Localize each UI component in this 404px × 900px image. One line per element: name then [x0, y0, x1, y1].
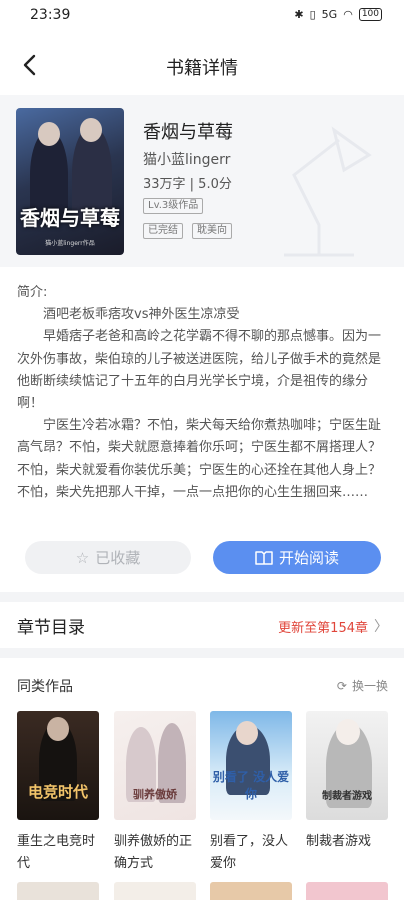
similar-book-title: 驯养傲娇的正确方式	[114, 834, 193, 871]
tag-genre: 耽美向	[192, 223, 232, 239]
similar-works-label: 同类作品	[17, 679, 73, 695]
similar-book-title: 别看了，没人爱你	[210, 834, 289, 871]
intro-paragraph: 早婚痞子老爸和高岭之花学霸不得不聊的那点憾事。因为一次外伤事故，柴伯琼的儿子被送…	[17, 329, 382, 412]
vibrate-icon: ▯	[309, 8, 316, 21]
section-divider	[0, 648, 404, 658]
desk-lamp-watermark	[284, 126, 372, 257]
intro-paragraph: 酒吧老板乖痞攻vs神外医生凉凉受	[43, 307, 240, 323]
wifi-icon: ◠	[343, 8, 353, 21]
section-divider	[0, 592, 404, 602]
cover-title: 电竞时代	[27, 783, 88, 801]
cover-title: 制裁者游戏	[322, 791, 372, 802]
refresh-icon: ⟳	[336, 678, 347, 693]
signal-label: 5G	[321, 8, 338, 21]
book-open-icon	[255, 550, 273, 565]
similar-book-card[interactable]: 别看了 没人爱你 别看了，没人爱你	[210, 711, 292, 875]
cover-title: 别看了 没人爱你	[212, 770, 290, 801]
cover-title: 驯养傲娇	[133, 788, 177, 801]
similar-book-cover: 别看了 没人爱你	[210, 711, 292, 820]
refresh-button[interactable]: ⟳ 换一换	[337, 677, 388, 694]
refresh-label: 换一换	[351, 679, 388, 693]
chapter-update: 更新至第154章 〉	[278, 616, 388, 636]
cover-subtitle: 猫小蓝lingerr作品	[45, 240, 95, 247]
similar-book-card[interactable]: 制裁者游戏 制裁者游戏	[306, 711, 388, 853]
similar-book-cover: 电竞时代	[17, 711, 99, 820]
similar-book-cover: 驯养傲娇	[114, 711, 196, 820]
similar-book-cover-partial[interactable]	[306, 882, 388, 900]
similar-book-cover-partial[interactable]	[17, 882, 99, 900]
book-title: 香烟与草莓	[143, 122, 233, 143]
chapter-update-text: 更新至第154章	[278, 620, 368, 636]
book-author[interactable]: 猫小蓝lingerr	[143, 149, 230, 169]
favorite-button[interactable]: ☆ 已收藏	[25, 541, 191, 574]
similar-book-card[interactable]: 电竞时代 重生之电竞时代	[17, 711, 99, 875]
chapter-list-label: 章节目录	[17, 618, 85, 638]
chapter-list-row[interactable]: 章节目录 更新至第154章 〉	[0, 604, 404, 646]
battery-icon: 100	[358, 8, 382, 21]
page-title: 书籍详情	[166, 58, 238, 79]
intro-label: 简介:	[17, 285, 48, 300]
status-icons: ✱ ▯ 5G ◠ 100	[294, 8, 382, 21]
similar-book-cover: 制裁者游戏	[306, 711, 388, 820]
top-nav: 书籍详情	[0, 40, 404, 90]
book-meta: 33万字 | 5.0分	[143, 177, 232, 192]
bluetooth-icon: ✱	[294, 8, 304, 21]
similar-book-title: 制裁者游戏	[306, 834, 372, 849]
status-bar: 23:39 ✱ ▯ 5G ◠ 100	[0, 0, 404, 32]
tag-status: 已完结	[143, 223, 183, 239]
chevron-right-icon: 〉	[374, 619, 388, 635]
favorite-label: 已收藏	[95, 549, 141, 567]
book-cover: 香烟与草莓 猫小蓝lingerr作品	[16, 108, 124, 255]
similar-book-title: 重生之电竞时代	[17, 834, 96, 871]
read-label: 开始阅读	[278, 549, 339, 567]
star-icon: ☆	[75, 548, 90, 567]
intro-paragraph: 宁医生冷若冰霜？不怕，柴犬每天给你煮热咖啡；宁医生趾高气昂？不怕，柴犬就愿意捧着…	[17, 418, 382, 500]
similar-book-cover-partial[interactable]	[210, 882, 292, 900]
start-reading-button[interactable]: 开始阅读	[213, 541, 381, 574]
status-time: 23:39	[30, 7, 71, 23]
cover-title: 香烟与草莓	[20, 206, 120, 230]
similar-book-cover-partial[interactable]	[114, 882, 196, 900]
similar-book-card[interactable]: 驯养傲娇 驯养傲娇的正确方式	[114, 711, 196, 875]
book-intro: 简介: 酒吧老板乖痞攻vs神外医生凉凉受 早婚痞子老爸和高岭之花学霸不得不聊的那…	[17, 282, 387, 504]
tag-level: Lv.3级作品	[143, 198, 204, 214]
